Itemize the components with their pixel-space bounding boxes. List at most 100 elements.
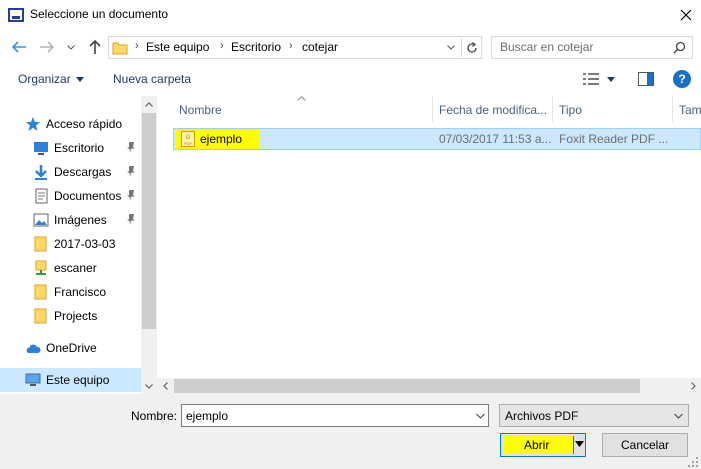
sidebar-item-label: Imágenes	[54, 213, 107, 227]
sidebar-item-onedrive[interactable]: OneDrive	[0, 336, 141, 360]
search-input[interactable]: Buscar en cotejar	[491, 36, 693, 59]
pin-icon	[126, 142, 136, 153]
pdf-file-icon: G PDF	[181, 131, 195, 147]
sidebar-item-label: Descargas	[54, 165, 112, 179]
navigation-pane: Acceso rápido Escritorio Descargas Docum…	[0, 96, 157, 394]
app-icon	[8, 7, 24, 23]
pictures-icon	[33, 212, 49, 228]
cancel-button-label: Cancelar	[620, 438, 670, 452]
folder-icon	[112, 40, 128, 56]
resize-grip-icon[interactable]	[688, 457, 698, 467]
recent-locations-button[interactable]	[64, 37, 78, 57]
address-bar[interactable]: › Este equipo › Escritorio › cotejar	[108, 36, 482, 59]
chevron-down-icon	[447, 45, 455, 50]
column-header-type[interactable]: Tipo	[553, 96, 673, 122]
sidebar-item-projects[interactable]: Projects	[0, 304, 141, 328]
folder-icon	[33, 236, 49, 252]
sidebar-item-acceso-rapido[interactable]: Acceso rápido	[0, 112, 141, 136]
back-button[interactable]	[8, 37, 30, 57]
change-view-button[interactable]	[583, 70, 619, 88]
sidebar-item-imagenes[interactable]: Imágenes	[0, 208, 141, 232]
cloud-icon	[25, 340, 41, 356]
column-header-name[interactable]: Nombre	[173, 96, 433, 122]
organize-button[interactable]: Organizar	[18, 72, 84, 86]
chevron-up-icon	[145, 101, 153, 107]
preview-pane-button[interactable]	[636, 70, 656, 88]
pin-icon	[126, 190, 136, 201]
file-type-value: Archivos PDF	[505, 409, 579, 423]
open-button[interactable]: Abrir	[500, 433, 586, 457]
breadcrumb-separator: ›	[135, 40, 139, 52]
sidebar-item-escaner[interactable]: escaner	[0, 256, 141, 280]
scroll-thumb[interactable]	[174, 379, 640, 393]
scroll-left-button[interactable]	[157, 378, 173, 394]
folder-icon	[33, 284, 49, 300]
new-folder-button[interactable]: Nueva carpeta	[113, 72, 191, 86]
chevron-down-icon	[674, 413, 683, 419]
caret-down-icon	[75, 76, 84, 82]
arrow-right-icon	[40, 41, 55, 53]
address-dropdown-button[interactable]	[443, 38, 459, 57]
sidebar-item-label: Acceso rápido	[46, 117, 123, 131]
breadcrumb-escritorio[interactable]: Escritorio	[231, 40, 281, 54]
close-button[interactable]	[672, 2, 700, 28]
breadcrumb-cotejar[interactable]: cotejar	[302, 40, 338, 54]
horizontal-scrollbar[interactable]	[157, 378, 701, 394]
up-button[interactable]	[84, 37, 106, 57]
help-button[interactable]: ?	[673, 70, 691, 88]
close-icon	[680, 9, 692, 21]
details-view-icon	[583, 73, 599, 85]
refresh-button[interactable]	[461, 38, 481, 57]
arrow-left-icon	[11, 41, 26, 53]
caret-down-icon[interactable]	[575, 441, 584, 447]
sidebar-item-label: 2017-03-03	[54, 237, 116, 251]
search-icon	[673, 41, 686, 54]
sidebar-item-francisco[interactable]: Francisco	[0, 280, 141, 304]
sidebar-item-label: escaner	[54, 261, 97, 275]
window-title: Seleccione un documento	[30, 7, 169, 21]
sidebar-item-2017-03-03[interactable]: 2017-03-03	[0, 232, 141, 256]
documents-icon	[33, 188, 49, 204]
chevron-left-icon	[162, 382, 168, 390]
computer-icon	[25, 372, 41, 388]
sidebar-item-label: Projects	[54, 309, 98, 323]
sidebar-item-label: Documentos	[54, 189, 122, 203]
filename-input[interactable]: ejemplo	[181, 404, 489, 427]
download-icon	[33, 164, 49, 180]
scroll-up-button[interactable]	[141, 96, 157, 112]
pin-icon	[126, 214, 136, 225]
arrow-up-icon	[89, 39, 101, 54]
scroll-right-button[interactable]	[685, 378, 701, 394]
nav-scrollbar[interactable]	[141, 96, 157, 394]
desktop-icon	[33, 140, 49, 156]
pin-icon	[126, 166, 136, 177]
forward-button[interactable]	[36, 37, 58, 57]
column-header-date[interactable]: Fecha de modifica...	[433, 96, 553, 122]
breadcrumb-separator: ›	[289, 40, 293, 52]
refresh-icon	[466, 41, 477, 53]
cancel-button[interactable]: Cancelar	[602, 433, 688, 457]
sidebar-item-escritorio[interactable]: Escritorio	[0, 136, 141, 160]
chevron-right-icon	[690, 382, 696, 390]
chevron-down-icon[interactable]	[476, 409, 485, 423]
breadcrumb-este-equipo[interactable]: Este equipo	[146, 40, 209, 54]
caret-down-icon	[607, 76, 615, 82]
filename-label: Nombre:	[131, 409, 178, 423]
sidebar-item-documentos[interactable]: Documentos	[0, 184, 141, 208]
file-name-cell: G PDF ejemplo	[176, 129, 260, 149]
open-button-label: Abrir	[524, 438, 550, 452]
scroll-down-button[interactable]	[141, 378, 157, 394]
svg-text:PDF: PDF	[184, 141, 193, 146]
sidebar-item-este-equipo[interactable]: Este equipo	[0, 368, 141, 392]
sidebar-item-descargas[interactable]: Descargas	[0, 160, 141, 184]
chevron-down-icon	[145, 383, 153, 389]
dialog-footer: Nombre: ejemplo Archivos PDF Abrir Cance…	[0, 394, 701, 469]
command-bar: Organizar Nueva carpeta ?	[0, 64, 701, 94]
split-divider	[573, 436, 574, 454]
scroll-thumb[interactable]	[142, 113, 156, 329]
file-type-select[interactable]: Archivos PDF	[499, 404, 689, 427]
search-placeholder: Buscar en cotejar	[500, 40, 594, 54]
column-header-size[interactable]: Tam	[673, 96, 701, 122]
table-row[interactable]: G PDF ejemplo 07/03/2017 11:53 a... Foxit…	[173, 128, 701, 150]
sidebar-item-label: OneDrive	[46, 341, 97, 355]
